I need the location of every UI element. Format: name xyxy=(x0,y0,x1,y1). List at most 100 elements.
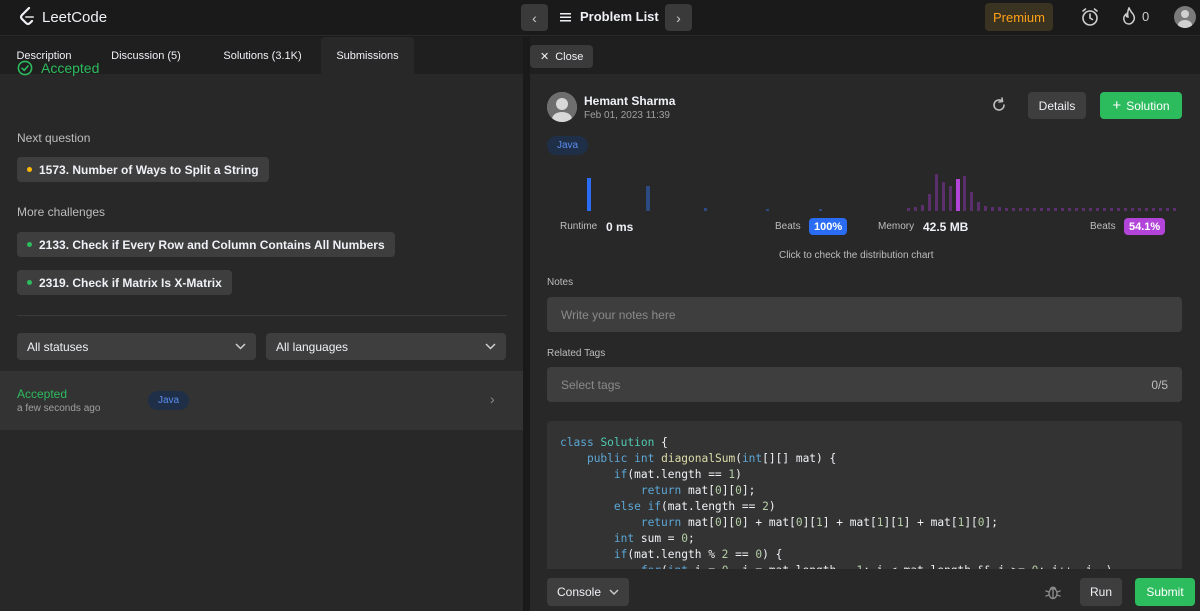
difficulty-dot xyxy=(27,280,32,285)
chevron-down-icon xyxy=(235,343,246,350)
memory-bar xyxy=(1117,208,1120,211)
memory-bar xyxy=(1061,208,1064,211)
runtime-value: 0 ms xyxy=(606,220,634,234)
tags-select[interactable]: Select tags 0/5 xyxy=(547,367,1182,402)
runtime-bar xyxy=(704,208,707,211)
notes-input[interactable]: Write your notes here xyxy=(547,297,1182,332)
memory-bar xyxy=(984,206,987,211)
memory-beats-badge: 54.1% xyxy=(1124,218,1166,235)
memory-bar xyxy=(1047,208,1050,211)
language-filter-select[interactable]: All languages xyxy=(266,333,506,360)
tab-solutions[interactable]: Solutions (3.1K) xyxy=(204,37,321,74)
check-circle-icon xyxy=(17,60,33,76)
fire-icon xyxy=(1123,7,1136,25)
tags-placeholder: Select tags xyxy=(561,377,621,392)
solution-label: Solution xyxy=(1126,98,1170,113)
memory-bar xyxy=(1159,208,1162,211)
memory-bar xyxy=(1103,208,1106,211)
status-filter-select[interactable]: All statuses xyxy=(17,333,256,360)
memory-bar xyxy=(1089,208,1092,211)
memory-bar xyxy=(1138,208,1141,211)
user-name[interactable]: Hemant Sharma xyxy=(584,94,675,108)
distribution-chart[interactable] xyxy=(547,164,1187,214)
premium-button[interactable]: Premium xyxy=(985,3,1053,31)
submission-status-heading: Accepted xyxy=(17,60,99,76)
leetcode-logo[interactable]: LeetCode xyxy=(18,7,107,27)
submission-date: Feb 01, 2023 11:39 xyxy=(584,110,670,121)
avatar[interactable] xyxy=(547,92,577,122)
memory-bar xyxy=(1131,208,1134,211)
memory-bar xyxy=(1096,208,1099,211)
console-toggle-button[interactable]: Console xyxy=(547,578,629,606)
memory-bar xyxy=(1145,208,1148,211)
memory-bar xyxy=(1173,208,1176,211)
notes-label: Notes xyxy=(547,277,574,288)
divider xyxy=(17,315,507,316)
memory-bar xyxy=(1166,208,1169,211)
runtime-beats-label: Beats xyxy=(775,221,801,232)
chevron-down-icon xyxy=(609,589,619,595)
chevron-left-icon: ‹ xyxy=(532,9,537,26)
related-tags-label: Related Tags xyxy=(547,348,606,359)
next-question-label: Next question xyxy=(17,131,91,145)
runtime-bar xyxy=(819,209,822,211)
list-icon xyxy=(560,12,571,21)
run-button[interactable]: Run xyxy=(1080,578,1122,606)
close-button[interactable]: ✕ Close xyxy=(530,45,594,68)
submission-language-badge: Java xyxy=(148,391,190,410)
memory-bar xyxy=(1075,208,1078,211)
next-question-title: 1573. Number of Ways to Split a String xyxy=(39,162,259,177)
code-view[interactable]: class Solution { public int diagonalSum(… xyxy=(547,421,1182,569)
submit-button[interactable]: Submit xyxy=(1135,578,1195,606)
distribution-hint[interactable]: Click to check the distribution chart xyxy=(779,250,934,261)
streak-counter[interactable]: 0 xyxy=(1122,7,1149,25)
challenge-link[interactable]: 2319. Check if Matrix Is X-Matrix xyxy=(17,270,232,295)
memory-bar xyxy=(991,207,994,211)
detail-tab-bar xyxy=(530,37,1200,74)
memory-bar xyxy=(1005,208,1008,211)
tab-submissions[interactable]: Submissions xyxy=(321,37,414,74)
close-icon: ✕ xyxy=(540,51,550,63)
bug-icon[interactable] xyxy=(1044,583,1062,601)
console-label: Console xyxy=(556,585,602,599)
post-solution-button[interactable]: + Solution xyxy=(1100,92,1182,119)
memory-bar xyxy=(942,182,945,211)
submission-status: Accepted xyxy=(17,387,68,401)
status-text: Accepted xyxy=(41,60,100,76)
difficulty-dot xyxy=(27,242,32,247)
memory-bar xyxy=(1082,208,1085,211)
status-filter-value: All statuses xyxy=(27,339,89,354)
runtime-label: Runtime xyxy=(560,221,598,232)
problem-list-button[interactable]: Problem List xyxy=(560,9,659,24)
memory-bar xyxy=(1054,208,1057,211)
plus-icon: + xyxy=(1112,96,1122,114)
language-filter-value: All languages xyxy=(276,339,349,354)
panel-splitter[interactable] xyxy=(523,37,530,611)
memory-bar xyxy=(1019,208,1022,211)
next-problem-button[interactable]: › xyxy=(665,4,692,31)
code-text: class Solution { public int diagonalSum(… xyxy=(560,436,1112,569)
memory-bar xyxy=(1124,208,1127,211)
submission-row[interactable]: Accepted a few seconds ago Java › xyxy=(0,371,523,430)
memory-bar xyxy=(998,207,1001,211)
alarm-icon[interactable] xyxy=(1080,7,1100,27)
problem-list-label: Problem List xyxy=(580,9,659,24)
memory-beats-label: Beats xyxy=(1090,221,1116,232)
memory-bar xyxy=(977,202,980,211)
next-question-link[interactable]: 1573. Number of Ways to Split a String xyxy=(17,157,269,182)
runtime-beats-badge: 100% xyxy=(809,218,848,235)
tab-discussion[interactable]: Discussion (5) xyxy=(88,37,204,74)
close-label: Close xyxy=(555,50,584,63)
details-button[interactable]: Details xyxy=(1028,92,1086,119)
runtime-bar xyxy=(646,186,650,211)
runtime-bar xyxy=(587,178,591,211)
memory-bar xyxy=(970,192,973,211)
memory-bar xyxy=(921,205,924,211)
challenge-link[interactable]: 2133. Check if Every Row and Column Cont… xyxy=(17,232,395,257)
memory-bar xyxy=(1040,208,1043,211)
refresh-icon[interactable] xyxy=(990,96,1008,114)
logo-text: LeetCode xyxy=(42,8,108,26)
avatar[interactable] xyxy=(1174,6,1196,28)
prev-problem-button[interactable]: ‹ xyxy=(521,4,548,31)
memory-bar xyxy=(1012,208,1015,211)
